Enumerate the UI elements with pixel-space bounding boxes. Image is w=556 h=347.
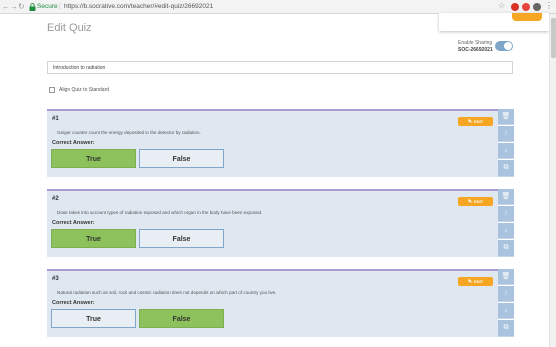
quiz-name-input[interactable] — [47, 61, 513, 74]
save-button[interactable] — [512, 13, 542, 21]
arrow-up-icon[interactable]: ↑ — [498, 206, 514, 222]
answer-true[interactable]: True — [51, 309, 136, 328]
align-label: Align Quiz to Standard — [59, 87, 110, 93]
arrow-down-icon[interactable]: ↓ — [498, 223, 514, 239]
arrow-up-icon[interactable]: ↑ — [498, 286, 514, 302]
correct-answer-label: Correct Answer: — [52, 300, 95, 306]
answer-false[interactable]: False — [139, 149, 224, 168]
sharing-label: Enable Sharing — [458, 40, 493, 46]
copy-icon[interactable]: ⧉ — [498, 320, 514, 337]
answer-false[interactable]: False — [139, 309, 224, 328]
answer-true[interactable]: True — [51, 229, 136, 248]
trash-icon[interactable]: 🗑 — [498, 269, 514, 285]
edit-button[interactable]: ✎ EDIT — [458, 277, 493, 286]
reload-icon[interactable]: ↻ — [18, 2, 25, 12]
toggle-knob — [504, 42, 512, 50]
extension-icon[interactable] — [511, 3, 519, 11]
question-actions: 🗑 ↑ ↓ ⧉ — [498, 189, 514, 257]
correct-answer-label: Correct Answer: — [52, 140, 95, 146]
pencil-icon: ✎ — [467, 279, 473, 285]
pencil-icon: ✎ — [467, 199, 473, 205]
question-card: #2 ✎ EDIT Dose takes into account types o… — [47, 189, 498, 257]
align-checkbox[interactable] — [49, 87, 55, 93]
soc-number: SOC-26692021 — [458, 47, 493, 53]
extension-icon[interactable] — [533, 3, 541, 11]
question-number: #3 — [52, 276, 59, 282]
address-bar[interactable]: https://b.socrative.com/teacher/#edit-qu… — [64, 2, 213, 12]
question-text: Dose takes into account types of radiati… — [57, 210, 263, 215]
question-card: #3 ✎ EDIT Natural radiation such as soil,… — [47, 269, 498, 337]
pencil-icon: ✎ — [467, 119, 473, 125]
url-separator: | — [59, 3, 61, 10]
answer-true[interactable]: True — [51, 149, 136, 168]
page-scrollbar[interactable] — [549, 14, 556, 347]
copy-icon[interactable]: ⧉ — [498, 160, 514, 177]
edit-button[interactable]: ✎ EDIT — [458, 197, 493, 206]
extension-icon[interactable] — [522, 3, 530, 11]
copy-icon[interactable]: ⧉ — [498, 240, 514, 257]
arrow-down-icon[interactable]: ↓ — [498, 143, 514, 159]
question-card: #1 ✎ EDIT Geiger counter count the energy… — [47, 109, 498, 177]
question-number: #2 — [52, 196, 59, 202]
secure-label: Secure — [37, 3, 58, 10]
answer-false[interactable]: False — [139, 229, 224, 248]
correct-answer-label: Correct Answer: — [52, 220, 95, 226]
browser-toolbar: ← → ↻ Secure | https://b.socrative.com/t… — [0, 0, 556, 14]
question-number: #1 — [52, 116, 59, 122]
page-title: Edit Quiz — [47, 22, 92, 34]
sharing-toggle[interactable] — [495, 41, 513, 51]
scroll-thumb[interactable] — [551, 18, 556, 58]
arrow-down-icon[interactable]: ↓ — [498, 303, 514, 319]
edit-button[interactable]: ✎ EDIT — [458, 117, 493, 126]
question-actions: 🗑 ↑ ↓ ⧉ — [498, 269, 514, 337]
star-icon[interactable]: ☆ — [498, 2, 506, 10]
trash-icon[interactable]: 🗑 — [498, 109, 514, 125]
back-icon[interactable]: ← — [2, 2, 10, 12]
question-actions: 🗑 ↑ ↓ ⧉ — [498, 109, 514, 177]
arrow-up-icon[interactable]: ↑ — [498, 126, 514, 142]
question-text: Geiger counter count the energy deposite… — [57, 130, 201, 135]
lock-icon — [29, 3, 36, 11]
menu-icon[interactable]: ⋮ — [545, 2, 553, 10]
forward-icon[interactable]: → — [10, 2, 18, 12]
trash-icon[interactable]: 🗑 — [498, 189, 514, 205]
question-text: Natural radiation such as soil, rock and… — [57, 290, 277, 295]
